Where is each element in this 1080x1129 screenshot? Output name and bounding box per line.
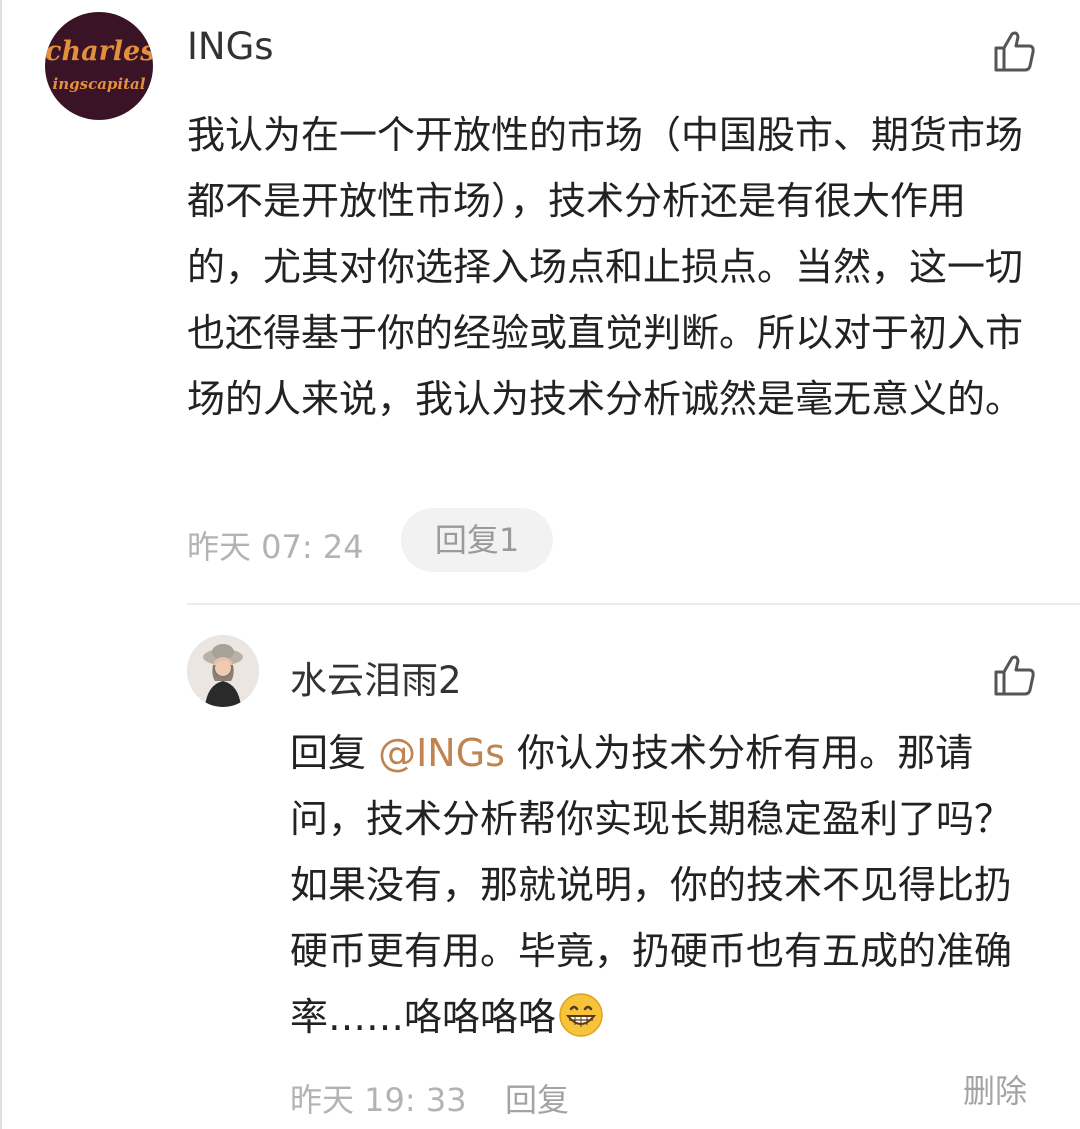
mention-link[interactable]: @INGs xyxy=(378,731,505,775)
avatar-image xyxy=(187,635,259,707)
delete-button[interactable]: 删除 xyxy=(963,1066,1027,1112)
thumbs-up-icon[interactable] xyxy=(990,652,1036,698)
reply-body-text: 你认为技术分析有用。那请问，技术分析帮你实现长期稳定盈利了吗？如果没有，那就说明… xyxy=(290,731,1013,1039)
avatar-text-line2: ingscapital xyxy=(52,75,146,93)
comment-body: 我认为在一个开放性的市场（中国股市、期货市场都不是开放性市场），技术分析还是有很… xyxy=(187,113,1024,421)
thumbs-up-icon[interactable] xyxy=(990,28,1036,74)
reply-timestamp: 昨天 19: 33 xyxy=(290,1081,467,1119)
divider xyxy=(187,603,1080,605)
avatar-text-line1: charles xyxy=(45,36,153,67)
comment-username[interactable]: INGs xyxy=(187,25,274,68)
avatar-shuiyun[interactable] xyxy=(187,635,259,707)
grinning-face-emoji xyxy=(559,993,603,1037)
comment-timestamp: 昨天 07: 24 xyxy=(187,528,364,566)
reply-count-button[interactable]: 回复1 xyxy=(401,508,553,572)
left-edge-line xyxy=(0,0,2,1129)
reply-prefix: 回复 xyxy=(290,731,379,775)
reply-username[interactable]: 水云泪雨2 xyxy=(290,650,462,704)
reply-button[interactable]: 回复 xyxy=(505,1075,569,1121)
reply-body: 回复 @INGs 你认为技术分析有用。那请问，技术分析帮你实现长期稳定盈利了吗？… xyxy=(290,720,1040,1050)
avatar-charles[interactable]: charles ingscapital xyxy=(45,12,153,120)
